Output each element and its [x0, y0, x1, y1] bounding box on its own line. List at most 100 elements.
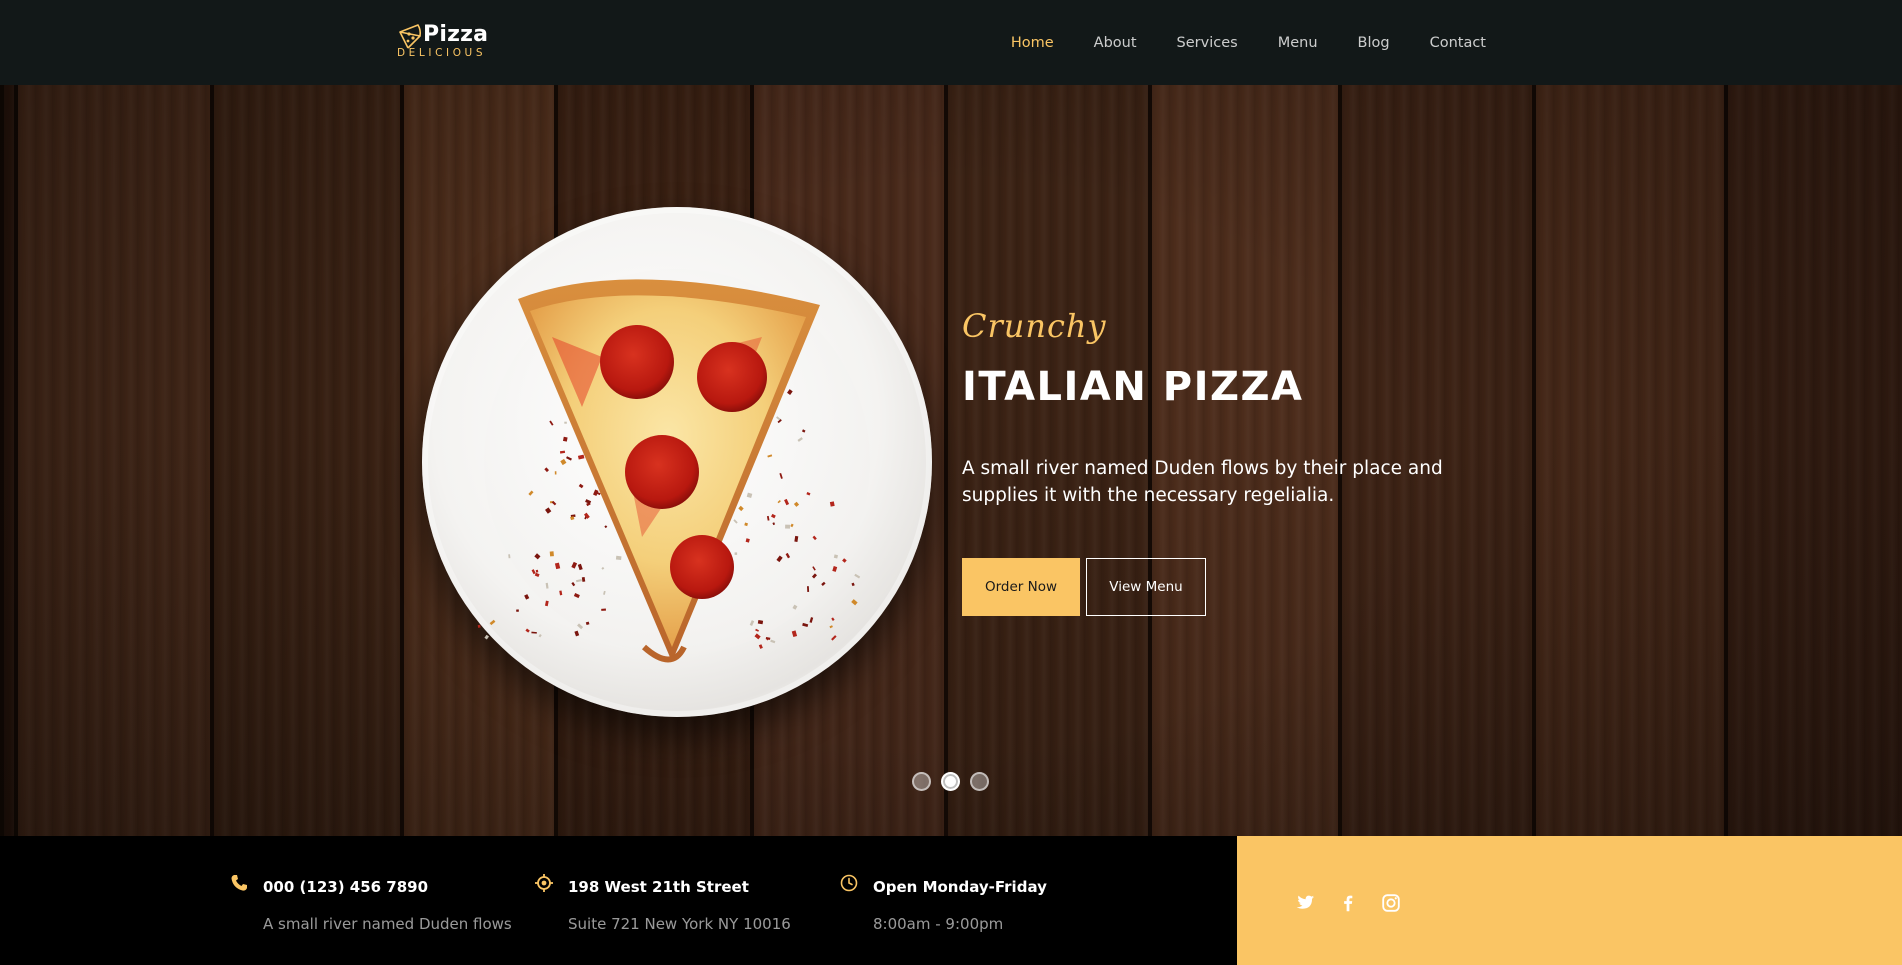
instagram-icon[interactable] — [1380, 892, 1402, 914]
chili-flake — [545, 582, 549, 589]
chili-flake — [538, 634, 542, 638]
chili-flake — [585, 621, 590, 626]
chili-flake — [770, 513, 776, 519]
chili-flake — [757, 620, 764, 625]
chili-flake — [559, 450, 566, 454]
chili-flake — [792, 604, 798, 610]
chili-flake — [842, 558, 847, 563]
location-icon — [535, 874, 553, 892]
chili-flake — [812, 535, 817, 541]
brand-name: Pizza — [423, 22, 489, 47]
nav-about[interactable]: About — [1094, 35, 1137, 51]
chili-flake — [573, 593, 580, 599]
chili-flake — [794, 535, 799, 543]
clock-icon — [840, 874, 858, 892]
chili-flake — [801, 429, 806, 433]
chili-flake — [575, 579, 582, 583]
chili-flake — [545, 507, 552, 514]
nav-menu[interactable]: Menu — [1278, 35, 1318, 51]
chili-flake — [807, 586, 810, 592]
chili-flake — [601, 608, 606, 611]
phone-number: 000 (123) 456 7890 — [263, 878, 429, 896]
address-suite: Suite 721 New York NY 10016 — [568, 915, 791, 933]
chili-flake — [477, 624, 481, 628]
chili-flake — [777, 500, 781, 504]
hero-slider: Crunchy ITALIAN PIZZA A small river name… — [0, 85, 1902, 836]
chili-flake — [531, 631, 537, 634]
chili-flake — [831, 635, 837, 641]
slider-dot-1[interactable] — [912, 772, 931, 791]
chili-flake — [560, 458, 567, 466]
brand-logo[interactable]: Pizza DELICIOUS — [396, 20, 506, 64]
chili-flake — [581, 577, 586, 582]
chili-flake — [534, 572, 540, 578]
chili-flake — [554, 471, 557, 475]
chili-flake — [851, 599, 858, 606]
phone-icon — [231, 875, 247, 891]
chili-flake — [577, 563, 583, 571]
chili-flake — [574, 630, 580, 637]
chili-flake — [772, 522, 776, 526]
order-now-button[interactable]: Order Now — [962, 558, 1080, 616]
slider-dot-2[interactable] — [941, 772, 960, 791]
slider-dots — [912, 772, 999, 791]
chili-flake — [601, 566, 605, 570]
chili-flake — [797, 437, 803, 442]
chili-flake — [489, 619, 496, 626]
chili-flake — [528, 490, 534, 496]
chili-flake — [571, 582, 576, 587]
chili-flake — [549, 551, 554, 557]
chili-flake — [566, 456, 572, 461]
main-nav: Home About Services Menu Blog Contact — [971, 0, 1486, 85]
chili-flake — [749, 620, 755, 626]
navbar: Pizza DELICIOUS Home About Services Menu… — [0, 0, 1902, 85]
nav-blog[interactable]: Blog — [1358, 35, 1390, 51]
chili-flake — [745, 538, 750, 543]
chili-flake — [484, 634, 490, 640]
chili-flake — [793, 501, 800, 507]
chili-flake — [784, 498, 790, 506]
hero-description: A small river named Duden flows by their… — [962, 458, 1443, 506]
chili-flake — [746, 492, 753, 499]
chili-flake — [765, 637, 771, 640]
chili-flake — [535, 569, 539, 573]
address-line: 198 West 21th Street — [568, 878, 749, 896]
chili-flake — [831, 617, 835, 621]
hero-title: ITALIAN PIZZA — [962, 364, 1304, 410]
chili-flake — [564, 421, 567, 424]
chili-flake — [562, 436, 568, 442]
chili-flake — [806, 492, 811, 496]
chili-flake — [767, 454, 773, 458]
chili-flake — [766, 515, 770, 521]
chili-flake — [755, 628, 759, 632]
chili-flake — [577, 454, 585, 460]
slider-dot-3[interactable] — [970, 772, 989, 791]
chili-flake — [811, 573, 817, 579]
nav-services[interactable]: Services — [1177, 35, 1238, 51]
nav-contact[interactable]: Contact — [1430, 35, 1486, 51]
hero-overlay — [0, 85, 1902, 836]
chili-flake — [733, 519, 738, 524]
chili-flake — [758, 644, 763, 649]
chili-flake — [770, 639, 776, 644]
chili-flake — [776, 555, 783, 563]
chili-flake — [829, 625, 833, 629]
nav-home[interactable]: Home — [1011, 35, 1054, 51]
chili-flake — [571, 561, 578, 569]
chili-flake — [603, 590, 606, 595]
info-bar: 000 (123) 456 7890 A small river named D… — [0, 836, 1237, 965]
hours-time: 8:00am - 9:00pm — [873, 915, 1004, 933]
chili-flake — [791, 630, 798, 638]
chili-flake — [578, 483, 584, 489]
chili-flake — [734, 552, 738, 555]
chili-flake — [738, 505, 744, 512]
facebook-icon[interactable] — [1337, 892, 1359, 914]
chili-flake — [790, 523, 794, 528]
chili-flake — [525, 628, 530, 633]
chili-flake — [534, 553, 541, 560]
chili-flake — [821, 581, 826, 586]
chili-flake — [779, 472, 783, 479]
view-menu-button[interactable]: View Menu — [1086, 558, 1206, 616]
twitter-icon[interactable] — [1294, 892, 1316, 914]
chili-flake — [549, 420, 554, 426]
